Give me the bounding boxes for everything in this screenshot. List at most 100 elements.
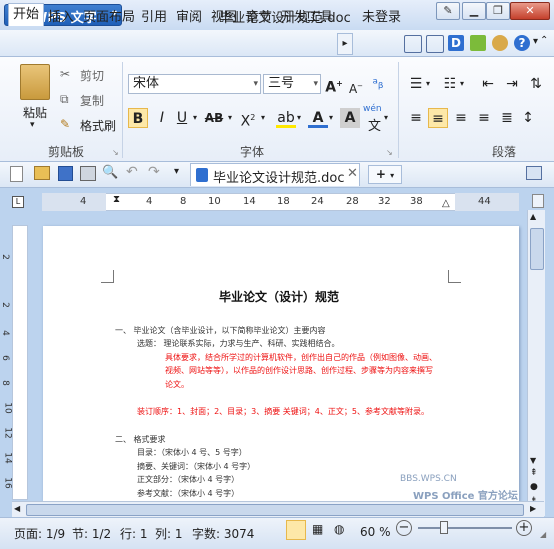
clear-format-icon[interactable]: ᵃᵦ (368, 74, 388, 94)
pinyin-guide-button[interactable]: 文 (368, 115, 381, 134)
numbered-list-icon[interactable]: ☷ (440, 74, 460, 94)
italic-button[interactable]: I (152, 108, 172, 128)
sort-icon[interactable]: ⇅ (526, 74, 546, 94)
status-page[interactable]: 页面: 1/9 (14, 525, 65, 542)
superscript-button[interactable]: X2 (238, 108, 258, 130)
status-word-count[interactable]: 字数: 3074 (192, 525, 254, 542)
user-icon[interactable] (492, 35, 508, 51)
scroll-down-icon[interactable]: ▼ (530, 456, 536, 465)
vertical-scroll-thumb[interactable] (530, 228, 544, 270)
decrease-indent-icon[interactable]: ⇤ (478, 74, 498, 94)
print-preview-icon[interactable]: 🔍 (102, 165, 118, 180)
justify-icon[interactable]: ≡ (474, 108, 494, 128)
ruler-toggle-icon[interactable] (532, 194, 544, 208)
zoom-out-icon[interactable]: − (396, 520, 412, 536)
save-icon[interactable] (58, 166, 73, 181)
collapse-ribbon-icon[interactable]: ⌃ (540, 35, 548, 46)
strike-dropdown-icon[interactable]: ▾ (228, 113, 232, 122)
vertical-ruler[interactable] (12, 225, 28, 500)
menu-chapter[interactable]: 章节 (246, 6, 272, 25)
superscript-dropdown-icon[interactable]: ▾ (261, 113, 265, 122)
paste-icon[interactable] (20, 64, 50, 100)
horizontal-scrollbar[interactable]: ◀ ▶ (12, 501, 544, 517)
books-icon[interactable] (470, 35, 486, 51)
align-center-icon[interactable]: ≡ (428, 108, 448, 128)
tab-stop-selector-icon[interactable]: L (12, 196, 24, 208)
document-tab[interactable]: 毕业论文设计规范.doc ✕ (190, 163, 360, 186)
font-launcher-icon[interactable]: ↘ (386, 148, 393, 157)
new-tab-button[interactable]: + ▾ (368, 165, 402, 184)
cut-icon[interactable]: ✂ (60, 67, 70, 81)
tab-list-icon[interactable] (526, 166, 542, 180)
pinyin-dropdown-icon[interactable]: ▾ (384, 113, 388, 122)
scroll-up-icon[interactable]: ▲ (530, 212, 536, 221)
bold-button[interactable]: B (128, 108, 148, 128)
right-indent-marker-icon[interactable]: △ (442, 198, 450, 209)
menu-view[interactable]: 视图 (211, 6, 237, 25)
scroll-left-icon[interactable]: ◀ (14, 504, 20, 513)
indent-marker-icon[interactable]: ⧗ (113, 194, 120, 205)
line-spacing-icon[interactable]: ↕ (518, 108, 538, 128)
box-icon[interactable] (404, 35, 422, 53)
font-name-combo[interactable]: 宋体 ▾ (128, 74, 261, 94)
zoom-slider-thumb[interactable] (440, 521, 448, 534)
copy-icon[interactable]: ⧉ (60, 92, 69, 107)
distribute-icon[interactable]: ≣ (497, 108, 517, 128)
highlight-dropdown-icon[interactable]: ▾ (297, 113, 301, 122)
document-page[interactable]: 毕业论文（设计）规范 一、 毕业论文（含毕业设计，以下简称毕业论文）主要内容 选… (43, 226, 519, 501)
menu-references[interactable]: 引用 (141, 6, 167, 25)
quick-access-dropdown-icon[interactable]: ▾ (174, 166, 179, 177)
clipboard-launcher-icon[interactable]: ↘ (112, 148, 119, 157)
align-left-icon[interactable]: ≡ (406, 108, 426, 128)
print-icon[interactable] (80, 166, 96, 181)
bullet-list-icon[interactable]: ☰ (406, 74, 426, 94)
status-section[interactable]: 节: 1/2 (72, 525, 111, 542)
help-dropdown-icon[interactable]: ▾ (533, 36, 538, 47)
login-label[interactable]: 未登录 (362, 6, 401, 25)
browse-object-icon[interactable]: ● (530, 482, 538, 492)
help-icon[interactable]: ? (514, 35, 530, 51)
highlight-icon[interactable]: ab (276, 108, 296, 128)
copy-button[interactable]: 复制 (80, 92, 104, 109)
strikethrough-button[interactable]: AB (204, 108, 224, 128)
menu-home[interactable]: 开始 (8, 3, 45, 26)
menu-insert[interactable]: 插入 (48, 6, 74, 25)
new-document-icon[interactable] (10, 166, 23, 182)
open-folder-icon[interactable] (34, 166, 50, 180)
format-painter-button[interactable]: 格式刷 (80, 117, 116, 134)
resize-grip-icon[interactable]: ◢ (540, 530, 546, 539)
close-button[interactable]: ✕ (510, 2, 550, 20)
vertical-scrollbar[interactable]: ▲ ▼ ⇞ ● ⇟ (527, 210, 545, 516)
redo-icon[interactable]: ↷ (148, 164, 160, 180)
align-right-icon[interactable]: ≡ (451, 108, 471, 128)
undo-icon[interactable]: ↶ (126, 164, 138, 180)
underline-button[interactable]: U (172, 108, 192, 128)
numbered-dropdown-icon[interactable]: ▾ (460, 79, 464, 88)
font-size-combo[interactable]: 三号 ▾ (263, 74, 321, 94)
underline-dropdown-icon[interactable]: ▾ (193, 113, 197, 122)
restore-button[interactable]: ❐ (486, 2, 510, 20)
d-icon[interactable]: D (448, 35, 464, 51)
status-col[interactable]: 列: 1 (155, 525, 183, 542)
skin-button[interactable]: ✎ (436, 2, 460, 20)
zoom-level[interactable]: 60 % (360, 525, 391, 539)
increase-indent-icon[interactable]: ⇥ (502, 74, 522, 94)
outline-view-icon[interactable]: ▦ (312, 522, 323, 536)
menu-review[interactable]: 审阅 (176, 6, 202, 25)
paste-button[interactable]: 粘贴 (23, 104, 47, 121)
paste-dropdown-icon[interactable]: ▾ (30, 120, 35, 130)
horizontal-scroll-thumb[interactable] (26, 504, 524, 516)
web-view-icon[interactable]: ◍ (334, 522, 344, 536)
minimize-button[interactable]: ▁ (462, 2, 486, 20)
previous-page-icon[interactable]: ⇞ (530, 468, 538, 478)
zoom-slider[interactable] (418, 527, 512, 529)
menu-page-layout[interactable]: 页面布局 (83, 6, 135, 25)
page-view-icon[interactable] (286, 520, 306, 540)
shrink-font-icon[interactable]: A− (346, 76, 366, 96)
bullet-dropdown-icon[interactable]: ▾ (426, 79, 430, 88)
font-color-icon[interactable]: A (308, 108, 328, 128)
menu-scroll-right-icon[interactable]: ▸ (337, 33, 353, 55)
status-row[interactable]: 行: 1 (120, 525, 148, 542)
format-painter-icon[interactable]: ✎ (60, 117, 70, 131)
shirt-icon[interactable] (426, 35, 444, 53)
